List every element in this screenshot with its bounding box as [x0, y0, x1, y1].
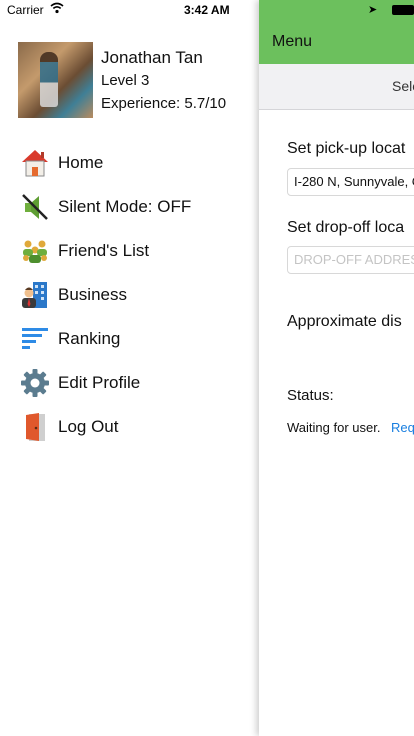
wifi-icon [50, 2, 64, 17]
menu-item-ranking[interactable]: Ranking [0, 317, 258, 361]
menu-item-label: Log Out [58, 417, 119, 436]
speaker-muted-icon [20, 192, 50, 222]
profile-name: Jonathan Tan [101, 48, 203, 67]
pickup-input[interactable]: I-280 N, Sunnyvale, C [287, 168, 414, 196]
gear-icon [20, 368, 50, 398]
segment-bar: Sele [259, 64, 414, 110]
request-link[interactable]: Req [391, 420, 414, 435]
pickup-label: Set pick-up locat [287, 140, 406, 157]
dropoff-label: Set drop-off loca [287, 219, 405, 236]
clock-label: 3:42 AM [184, 3, 230, 17]
side-menu: Jonathan Tan Level 3 Experience: 5.7/10 … [0, 0, 258, 736]
status-text: Waiting for user. [287, 420, 381, 435]
menu-item-home[interactable]: Home [0, 141, 258, 185]
menu-item-label: Silent Mode: OFF [58, 197, 192, 216]
battery-icon [392, 5, 414, 15]
business-icon [20, 280, 50, 310]
menu-item-label: Friend's List [58, 241, 150, 260]
dropoff-input[interactable]: DROP-OFF ADDRESS [287, 246, 414, 274]
profile-level: Level 3 [101, 72, 150, 89]
menu-item-label: Home [58, 153, 104, 172]
menu-list: Home Silent Mode: OFF Friend's List Busi… [0, 141, 258, 449]
menu-item-label: Business [58, 285, 127, 304]
menu-item-business[interactable]: Business [0, 273, 258, 317]
profile-experience: Experience: 5.7/10 [101, 95, 227, 112]
menu-item-label: Ranking [58, 329, 121, 348]
avatar[interactable] [18, 42, 93, 118]
menu-item-friends-list[interactable]: Friend's List [0, 229, 258, 273]
menu-button[interactable]: Menu [272, 33, 312, 51]
ranking-icon [20, 324, 50, 354]
menu-item-log-out[interactable]: Log Out [0, 405, 258, 449]
menu-item-silent-mode[interactable]: Silent Mode: OFF [0, 185, 258, 229]
carrier-label: Carrier [7, 3, 44, 17]
friends-icon [20, 236, 50, 266]
home-icon [20, 148, 50, 178]
menu-item-label: Edit Profile [58, 373, 141, 392]
door-icon [20, 412, 50, 442]
status-bar: Carrier 3:42 AM ➤ [0, 0, 414, 20]
segment-control[interactable]: Sele [392, 78, 414, 94]
approximate-distance-label: Approximate dis [287, 313, 402, 330]
main-panel[interactable]: Menu Sele Set pick-up locat I-280 N, Sun… [259, 0, 414, 736]
menu-item-edit-profile[interactable]: Edit Profile [0, 361, 258, 405]
location-arrow-icon: ➤ [368, 4, 378, 16]
status-label: Status: [287, 387, 334, 404]
